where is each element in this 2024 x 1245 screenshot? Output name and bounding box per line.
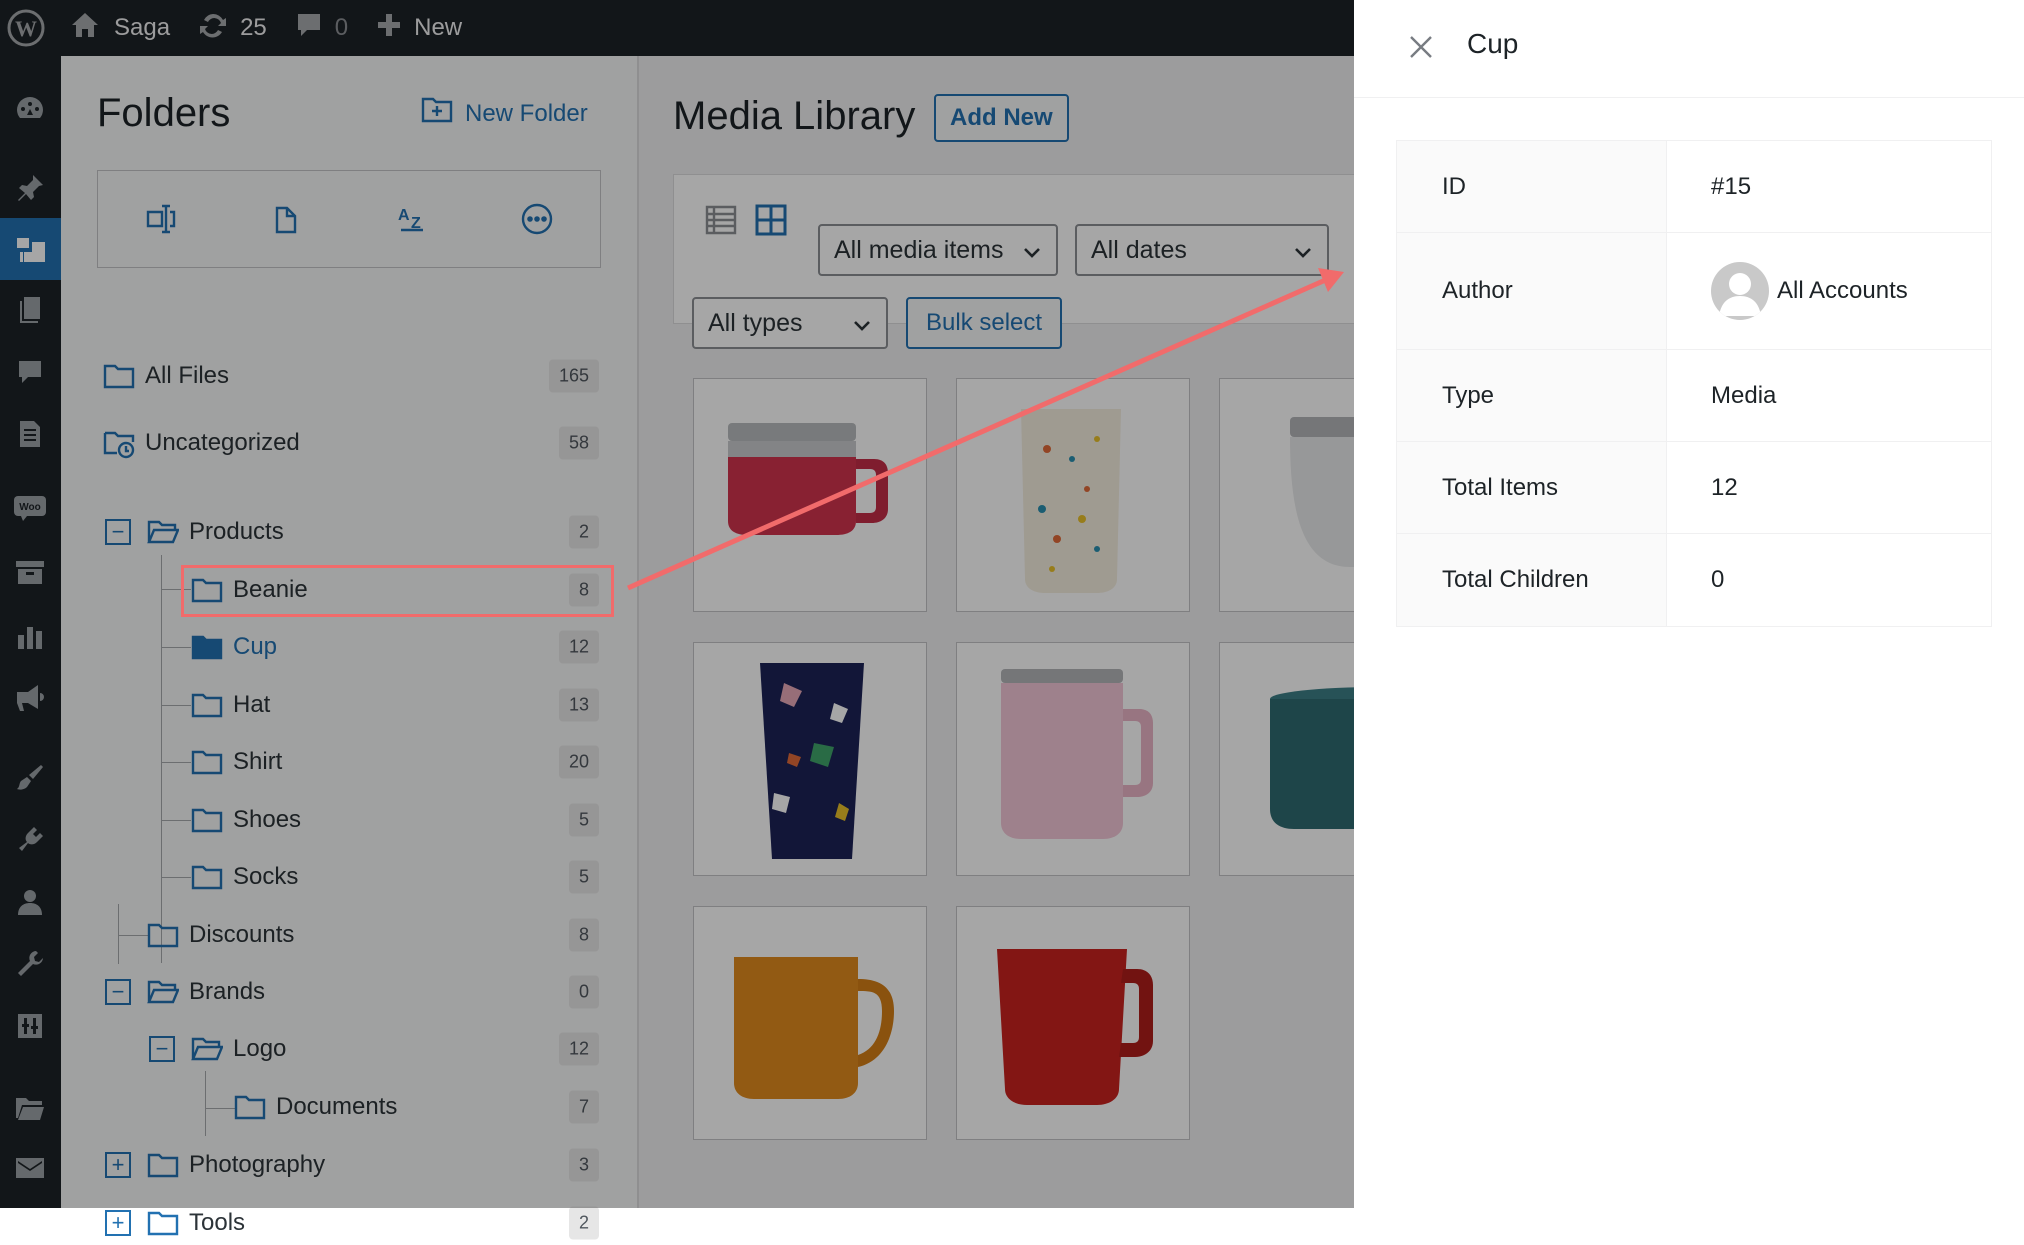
detail-key: Author <box>1397 233 1667 349</box>
detail-row-id: ID #15 <box>1397 141 1991 233</box>
detail-value: 12 <box>1711 473 1738 501</box>
detail-row-type: Type Media <box>1397 350 1991 442</box>
panel-title: Cup <box>1467 28 1519 59</box>
detail-key: ID <box>1397 141 1667 232</box>
panel-header: Cup <box>1354 0 2024 98</box>
folder-label: Tools <box>189 1209 246 1236</box>
detail-key: Total Children <box>1397 534 1667 626</box>
avatar <box>1711 262 1769 320</box>
author-name: All Accounts <box>1777 277 1908 304</box>
expand-toggle[interactable]: + <box>105 1210 131 1236</box>
folder-icon <box>147 1209 179 1237</box>
close-icon[interactable] <box>1406 32 1436 62</box>
annotation-arrow <box>626 268 1344 591</box>
detail-value: Media <box>1711 381 1777 409</box>
detail-row-total-children: Total Children 0 <box>1397 534 1991 626</box>
folder-count: 2 <box>568 1206 599 1240</box>
detail-value-author: All Accounts <box>1667 233 1991 349</box>
detail-key: Total Items <box>1397 442 1667 533</box>
detail-row-total-items: Total Items 12 <box>1397 442 1991 534</box>
details-table: ID #15 Author All Accounts Type Media To… <box>1396 140 1992 627</box>
detail-value: #15 <box>1711 172 1752 200</box>
detail-row-author: Author All Accounts <box>1397 233 1991 350</box>
detail-value: 0 <box>1711 566 1725 593</box>
detail-key: Type <box>1397 350 1667 441</box>
folder-details-panel: Cup ID #15 Author All Accounts Type Medi… <box>1354 0 2024 1208</box>
